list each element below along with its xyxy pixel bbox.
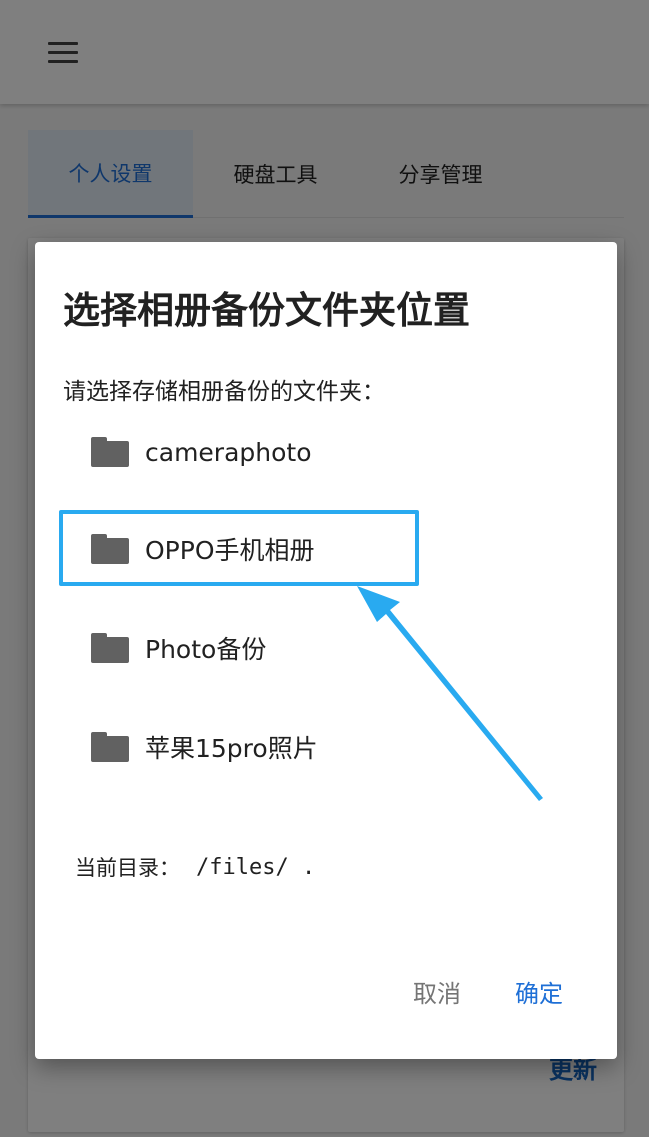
- folder-picker-dialog: 选择相册备份文件夹位置 请选择存储相册备份的文件夹： cameraphoto O…: [35, 242, 617, 1059]
- current-directory: 当前目录： /files/ .: [75, 852, 315, 882]
- folder-label: Photo备份: [145, 635, 267, 664]
- confirm-button[interactable]: 确定: [515, 974, 563, 1009]
- current-directory-label: 当前目录：: [75, 856, 180, 880]
- folder-label: cameraphoto: [145, 437, 312, 467]
- folder-item-cameraphoto[interactable]: cameraphoto: [91, 432, 312, 472]
- dialog-title: 选择相册备份文件夹位置: [63, 289, 470, 332]
- current-directory-path: /files/ .: [196, 854, 316, 880]
- folder-icon: [91, 732, 129, 762]
- folder-icon: [91, 633, 129, 663]
- dialog-prompt: 请选择存储相册备份的文件夹：: [63, 379, 385, 405]
- cancel-button[interactable]: 取消: [413, 974, 461, 1009]
- folder-label: 苹果15pro照片: [145, 734, 318, 763]
- folder-icon: [91, 437, 129, 467]
- highlight-box: [59, 510, 419, 586]
- folder-item-iphone15pro[interactable]: 苹果15pro照片: [91, 727, 318, 767]
- folder-item-photo-backup[interactable]: Photo备份: [91, 628, 266, 668]
